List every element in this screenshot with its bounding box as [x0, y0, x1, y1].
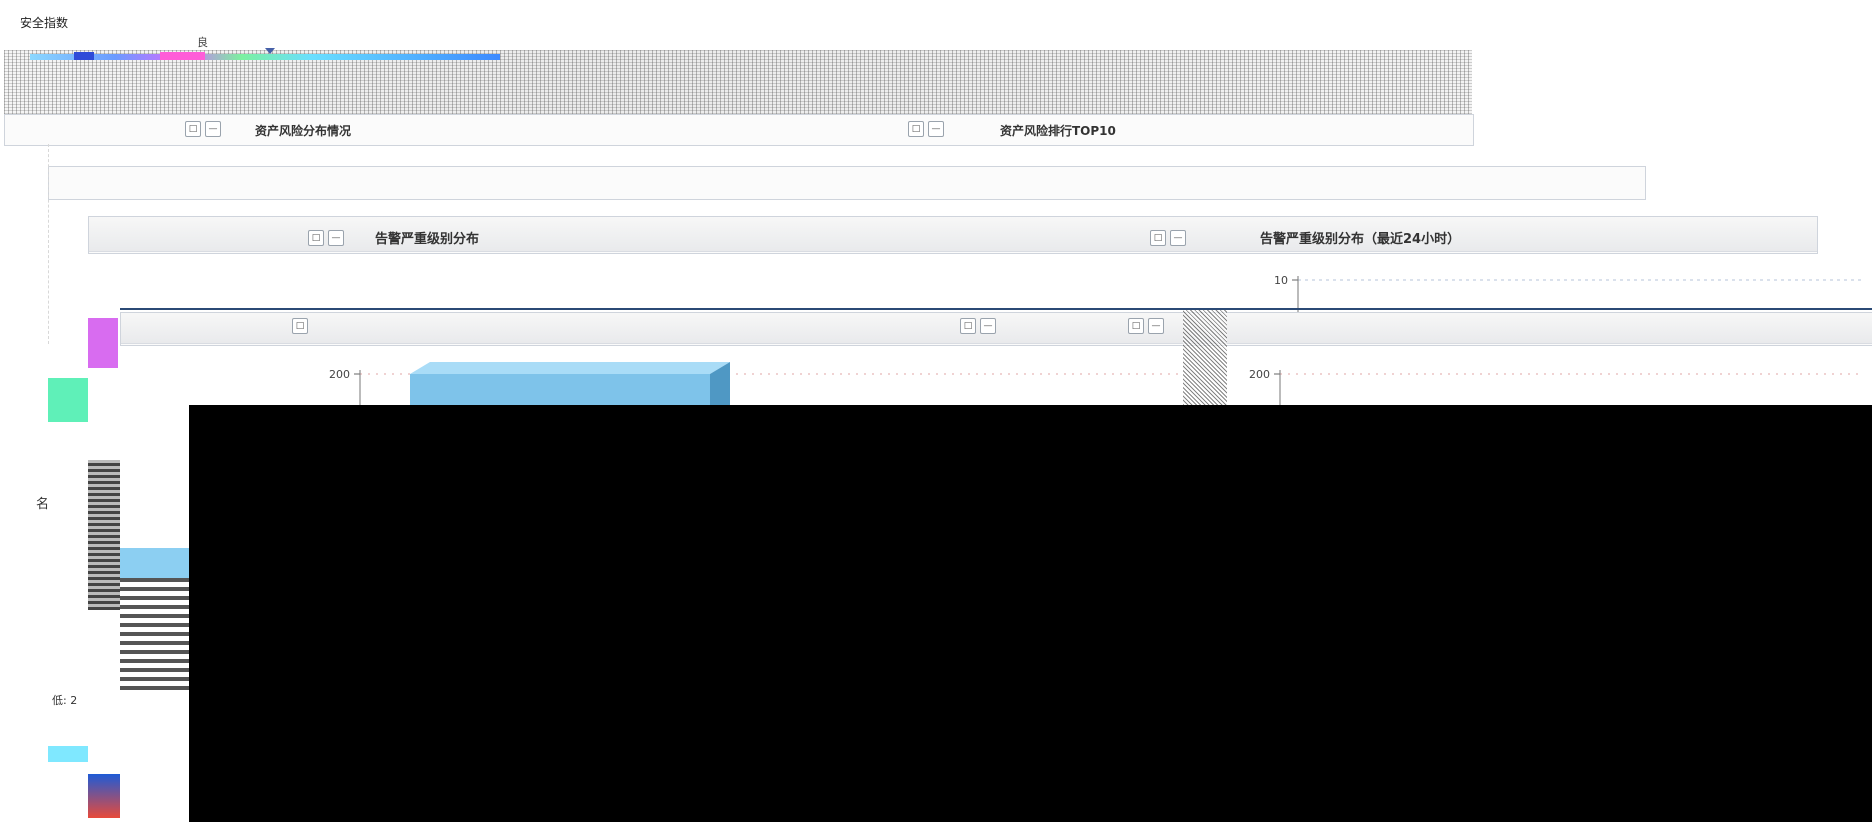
- left-bar-green: [48, 378, 88, 422]
- y-tick-label: 200: [1249, 368, 1270, 381]
- gauge-accent-blue: [74, 52, 94, 60]
- minimize-button[interactable]: —: [328, 230, 344, 246]
- minimize-button[interactable]: —: [928, 121, 944, 137]
- panel-strip-middle: [48, 166, 1646, 200]
- left-bar-cyan: [48, 746, 88, 762]
- minimize-button[interactable]: —: [1148, 318, 1164, 334]
- dashboard-page: 安全指数 良 □ — 资产风险分布情况 □ — 资产风险排行TOP10 □ — …: [0, 0, 1872, 822]
- left-bar-gradient: [88, 774, 120, 818]
- left-stripes: [88, 460, 120, 610]
- restore-button[interactable]: □: [1150, 230, 1166, 246]
- alert-severity-distribution-title: 告警严重级别分布: [375, 232, 480, 247]
- alert-24h-window-buttons: □ —: [1150, 230, 1864, 246]
- front-panel-divider: [120, 308, 1872, 310]
- restore-button[interactable]: □: [908, 121, 924, 137]
- minimize-button[interactable]: —: [1170, 230, 1186, 246]
- minimize-button[interactable]: —: [980, 318, 996, 334]
- bar-top: [410, 362, 730, 374]
- alert-severity-24h-title: 告警严重级别分布（最近24小时）: [1260, 232, 1461, 247]
- asset-top10-window-buttons: □ —: [908, 121, 944, 137]
- y-tick-label: 10: [1274, 274, 1288, 287]
- restore-button[interactable]: □: [292, 318, 308, 334]
- asset-risk-window-buttons: □ —: [185, 121, 221, 137]
- asset-risk-distribution-title: 资产风险分布情况: [255, 124, 352, 138]
- asset-risk-top10-title: 资产风险排行TOP10: [1000, 124, 1116, 138]
- panel-asset-risk-header: □ — 资产风险分布情况 □ — 资产风险排行TOP10: [185, 114, 1472, 142]
- minimize-button[interactable]: —: [205, 121, 221, 137]
- security-index-gauge: [30, 54, 500, 60]
- security-index-title: 安全指数: [20, 16, 69, 30]
- noise-column: [1183, 310, 1227, 405]
- y-tick-label: 200: [329, 368, 350, 381]
- restore-button[interactable]: □: [1128, 318, 1144, 334]
- left-axis-area: [4, 144, 49, 344]
- name-label: 名: [36, 497, 50, 512]
- restore-button[interactable]: □: [308, 230, 324, 246]
- gauge-accent-magenta: [160, 52, 205, 60]
- gauge-pointer-icon: [265, 48, 275, 54]
- left-bar-blue: [120, 548, 190, 578]
- occluded-region: [189, 405, 1872, 822]
- left-bar-purple: [88, 318, 118, 368]
- restore-button[interactable]: □: [185, 121, 201, 137]
- front-right-window-buttons: □ —: [1128, 318, 1864, 334]
- low-count-label: 低: 2: [52, 694, 78, 707]
- restore-button[interactable]: □: [960, 318, 976, 334]
- security-rank-label: 良: [197, 36, 208, 49]
